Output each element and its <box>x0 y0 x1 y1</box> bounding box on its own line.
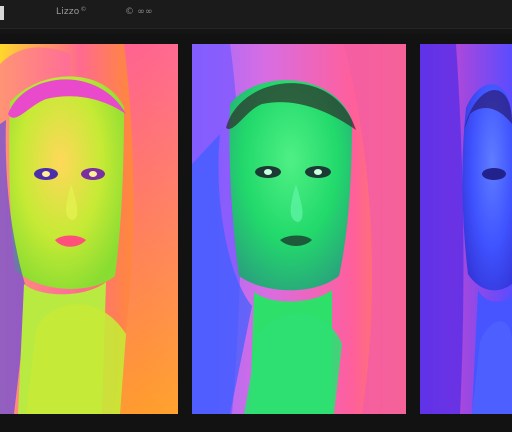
toolbar-tab-secondary[interactable]: © ∞∞ <box>125 7 153 17</box>
image-panel-green-magenta[interactable] <box>192 44 406 414</box>
toolbar-tab-primary-mark: © <box>80 6 87 13</box>
image-viewer: Lizzo© © ∞∞ <box>0 0 512 432</box>
image-panel-blue-violet[interactable] <box>420 44 512 414</box>
portrait-image-3 <box>420 44 512 414</box>
image-panel-yellow-orange[interactable] <box>0 44 178 414</box>
portrait-image-2 <box>192 44 406 414</box>
toolbar-tab-primary[interactable]: Lizzo© <box>56 6 87 17</box>
top-toolbar: Lizzo© © ∞∞ <box>0 0 512 29</box>
portrait-image-1 <box>0 44 178 414</box>
toolbar-tab-primary-label: Lizzo <box>56 7 80 17</box>
toolbar-edge-marker <box>0 6 4 20</box>
